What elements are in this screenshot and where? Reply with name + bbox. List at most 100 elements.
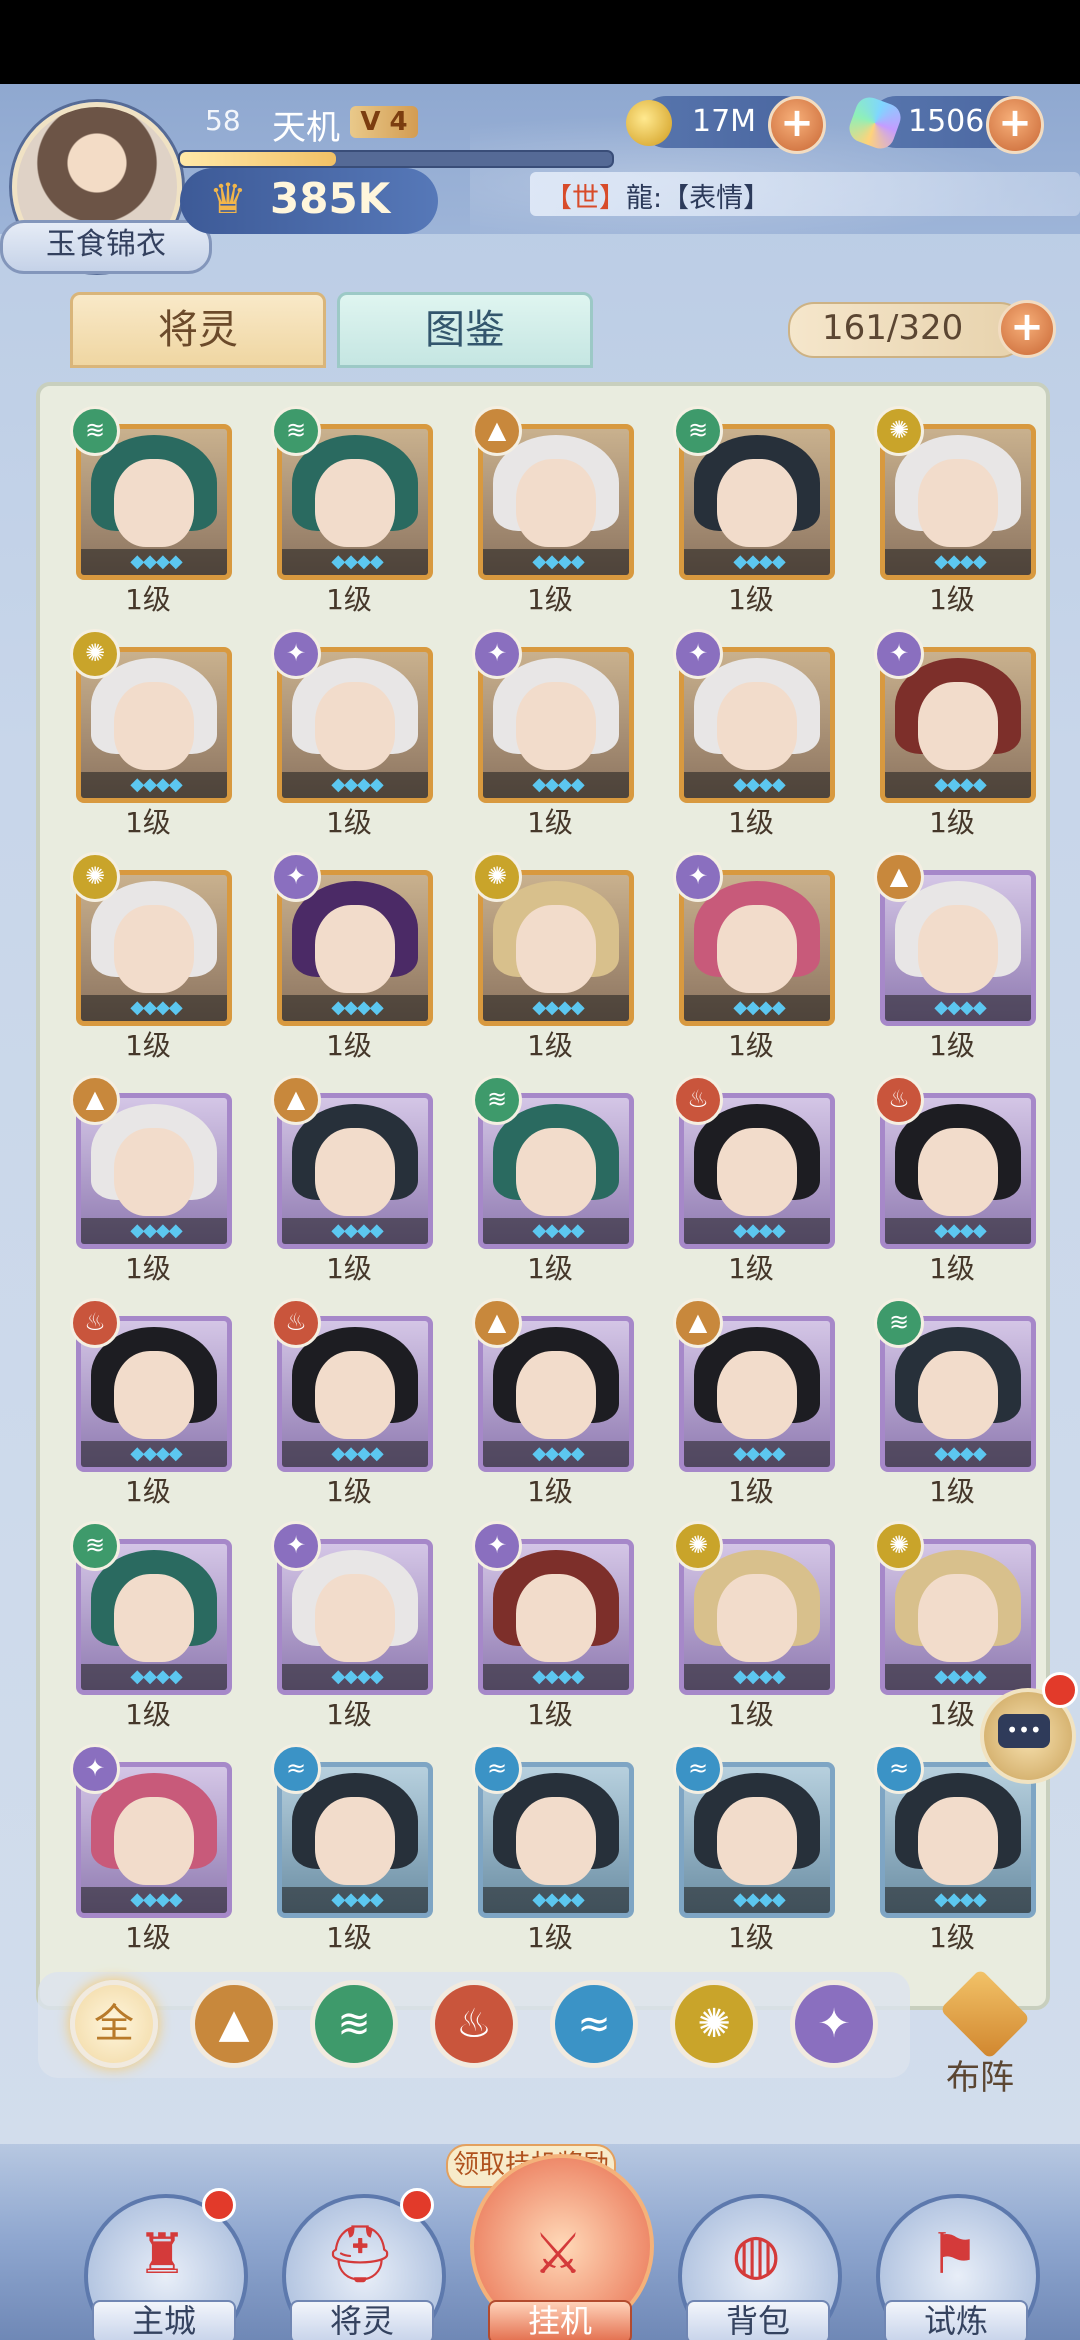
hero-card[interactable]: ◆◆◆◆ ♨ 1级: [271, 1298, 433, 1508]
add-coins-button[interactable]: +: [768, 96, 826, 154]
hero-level: 1级: [527, 1921, 573, 1954]
hero-card[interactable]: ◆◆◆◆ ≈1级: [472, 1744, 634, 1954]
chat-text: 龍:【表情】: [626, 183, 771, 214]
hero-face: [717, 1128, 797, 1216]
fire-element-icon: ♨: [70, 1298, 120, 1348]
hero-card[interactable]: ◆◆◆◆ ✺ 1级: [70, 629, 232, 839]
tab-heroes[interactable]: 将灵: [70, 292, 326, 368]
hero-card[interactable]: ◆◆◆◆ ≈1级: [673, 1744, 835, 1954]
hero-card[interactable]: ◆◆◆◆ ✦ 1级: [271, 629, 433, 839]
star-element-icon: ✦: [271, 1521, 321, 1571]
hero-card[interactable]: ◆◆◆◆ ▲ 1级: [472, 1298, 634, 1508]
filter-water-button[interactable]: ≈: [550, 1980, 638, 2068]
mountain-element-icon: ▲: [673, 1298, 723, 1348]
hero-card[interactable]: ◆◆◆◆ ▲ 1级: [70, 1075, 232, 1285]
star-element-icon: ✦: [472, 629, 522, 679]
hero-card[interactable]: ◆◆◆◆ ▲ 1级: [271, 1075, 433, 1285]
hero-level: 1级: [527, 1475, 573, 1508]
hero-card[interactable]: ◆◆◆◆ ✦ 1级: [472, 629, 634, 839]
filter-mountain-button[interactable]: ▲: [190, 1980, 278, 2068]
hero-card[interactable]: ◆◆◆◆ ≋ 1级: [70, 406, 232, 616]
awaken-drops-icon: ◆◆◆◆: [934, 1443, 986, 1464]
hero-face: [114, 1351, 194, 1439]
nav-3-button[interactable]: ⚔ 挂机: [470, 2154, 654, 2340]
hero-card[interactable]: ◆◆◆◆ ✺ 1级: [874, 406, 1036, 616]
water-element-icon: ≈: [472, 1744, 522, 1794]
hero-card[interactable]: ◆◆◆◆ ✺ 1级: [673, 1521, 835, 1731]
hero-face: [516, 459, 596, 547]
wind-element-icon: ≋: [271, 406, 321, 456]
nav-5-button[interactable]: ⚑ 试炼: [870, 2194, 1040, 2340]
hero-face: [717, 1797, 797, 1885]
add-gems-button[interactable]: +: [986, 96, 1044, 154]
vip-badge[interactable]: V 4: [350, 106, 418, 138]
hero-card[interactable]: ◆◆◆◆ ✦ 1级: [70, 1744, 232, 1954]
hero-face: [315, 1574, 395, 1662]
hero-card[interactable]: ◆◆◆◆ ✺ 1级: [472, 852, 634, 1062]
hero-level: 1级: [527, 1252, 573, 1285]
sun-element-icon: ✺: [874, 406, 924, 456]
hero-face: [315, 1351, 395, 1439]
hero-card[interactable]: ◆◆◆◆ ✺ 1级: [70, 852, 232, 1062]
hero-face: [717, 905, 797, 993]
nav-2-button[interactable]: ⛑ 将灵: [276, 2188, 446, 2340]
tab-collection[interactable]: 图鉴: [337, 292, 593, 368]
hero-card[interactable]: ◆◆◆◆ ≈1级: [271, 1744, 433, 1954]
nav-1-button[interactable]: ♜ 主城: [78, 2188, 248, 2340]
gem-amount: 1506: [908, 104, 985, 139]
hero-list-panel[interactable]: ◆◆◆◆ ≋ 1级 ◆◆◆◆ ≋ 1级 ◆◆◆◆ ▲ 1级 ◆◆◆◆ ≋ 1级 ◆◆◆◆ ✺ 1级 ◆◆◆◆ ✺…: [36, 382, 1050, 2010]
hero-card[interactable]: ◆◆◆◆ ♨ 1级: [874, 1075, 1036, 1285]
hero-face: [516, 1351, 596, 1439]
awaken-drops-icon: ◆◆◆◆: [532, 1220, 584, 1241]
hero-card[interactable]: ◆◆◆◆ ✦ 1级: [673, 629, 835, 839]
notification-dot: [202, 2188, 236, 2222]
filter-fire-button[interactable]: ♨: [430, 1980, 518, 2068]
wind-element-icon: ≋: [874, 1298, 924, 1348]
hero-face: [315, 682, 395, 770]
star-element-icon: ✦: [472, 1521, 522, 1571]
hero-level: 1级: [929, 583, 975, 616]
hero-card[interactable]: ◆◆◆◆ ▲ 1级: [472, 406, 634, 616]
filter-sun-button[interactable]: ✺: [670, 1980, 758, 2068]
hero-level: 1级: [728, 583, 774, 616]
hero-card[interactable]: ◆◆◆◆ ♨ 1级: [70, 1298, 232, 1508]
world-chat-message[interactable]: 【世】龍:【表情】: [545, 176, 770, 215]
notification-dot: [400, 2188, 434, 2222]
hero-face: [717, 459, 797, 547]
star-element-icon: ✦: [673, 852, 723, 902]
awaken-drops-icon: ◆◆◆◆: [331, 1889, 383, 1910]
awaken-drops-icon: ◆◆◆◆: [331, 1220, 383, 1241]
hero-card[interactable]: ◆◆◆◆ ▲ 1级: [874, 852, 1036, 1062]
bag-icon: ◍: [731, 2222, 781, 2287]
chat-bubble-icon: •••: [998, 1714, 1050, 1748]
awaken-drops-icon: ◆◆◆◆: [733, 1889, 785, 1910]
hero-card[interactable]: ◆◆◆◆ ✦ 1级: [874, 629, 1036, 839]
formation-button-label[interactable]: 布阵: [946, 2050, 1014, 2099]
star-element-icon: ✦: [271, 852, 321, 902]
hero-level: 1级: [326, 806, 372, 839]
hero-level: 1级: [728, 1921, 774, 1954]
hero-card[interactable]: ◆◆◆◆ ≋ 1级: [472, 1075, 634, 1285]
hero-face: [717, 1574, 797, 1662]
awaken-drops-icon: ◆◆◆◆: [130, 997, 182, 1018]
hero-card[interactable]: ◆◆◆◆ ≋ 1级: [673, 406, 835, 616]
filter-wind-button[interactable]: ≋: [310, 1980, 398, 2068]
hero-level: 1级: [326, 1698, 372, 1731]
hero-face: [114, 1574, 194, 1662]
nav-4-button[interactable]: ◍ 背包: [672, 2194, 842, 2340]
filter-star-button[interactable]: ✦: [790, 1980, 878, 2068]
hero-card[interactable]: ◆◆◆◆ ≋ 1级: [874, 1298, 1036, 1508]
expand-capacity-button[interactable]: +: [998, 300, 1056, 358]
mountain-element-icon: ▲: [70, 1075, 120, 1125]
hero-card[interactable]: ◆◆◆◆ ▲ 1级: [673, 1298, 835, 1508]
hero-card[interactable]: ◆◆◆◆ ✦ 1级: [271, 1521, 433, 1731]
hero-card[interactable]: ◆◆◆◆ ✦ 1级: [673, 852, 835, 1062]
filter-all-button[interactable]: 全: [70, 1980, 158, 2068]
hero-level: 1级: [527, 583, 573, 616]
hero-card[interactable]: ◆◆◆◆ ≋ 1级: [70, 1521, 232, 1731]
hero-card[interactable]: ◆◆◆◆ ✦ 1级: [271, 852, 433, 1062]
hero-card[interactable]: ◆◆◆◆ ✦ 1级: [472, 1521, 634, 1731]
hero-level: 1级: [326, 1029, 372, 1062]
hero-card[interactable]: ◆◆◆◆ ≋ 1级: [271, 406, 433, 616]
hero-card[interactable]: ◆◆◆◆ ♨ 1级: [673, 1075, 835, 1285]
